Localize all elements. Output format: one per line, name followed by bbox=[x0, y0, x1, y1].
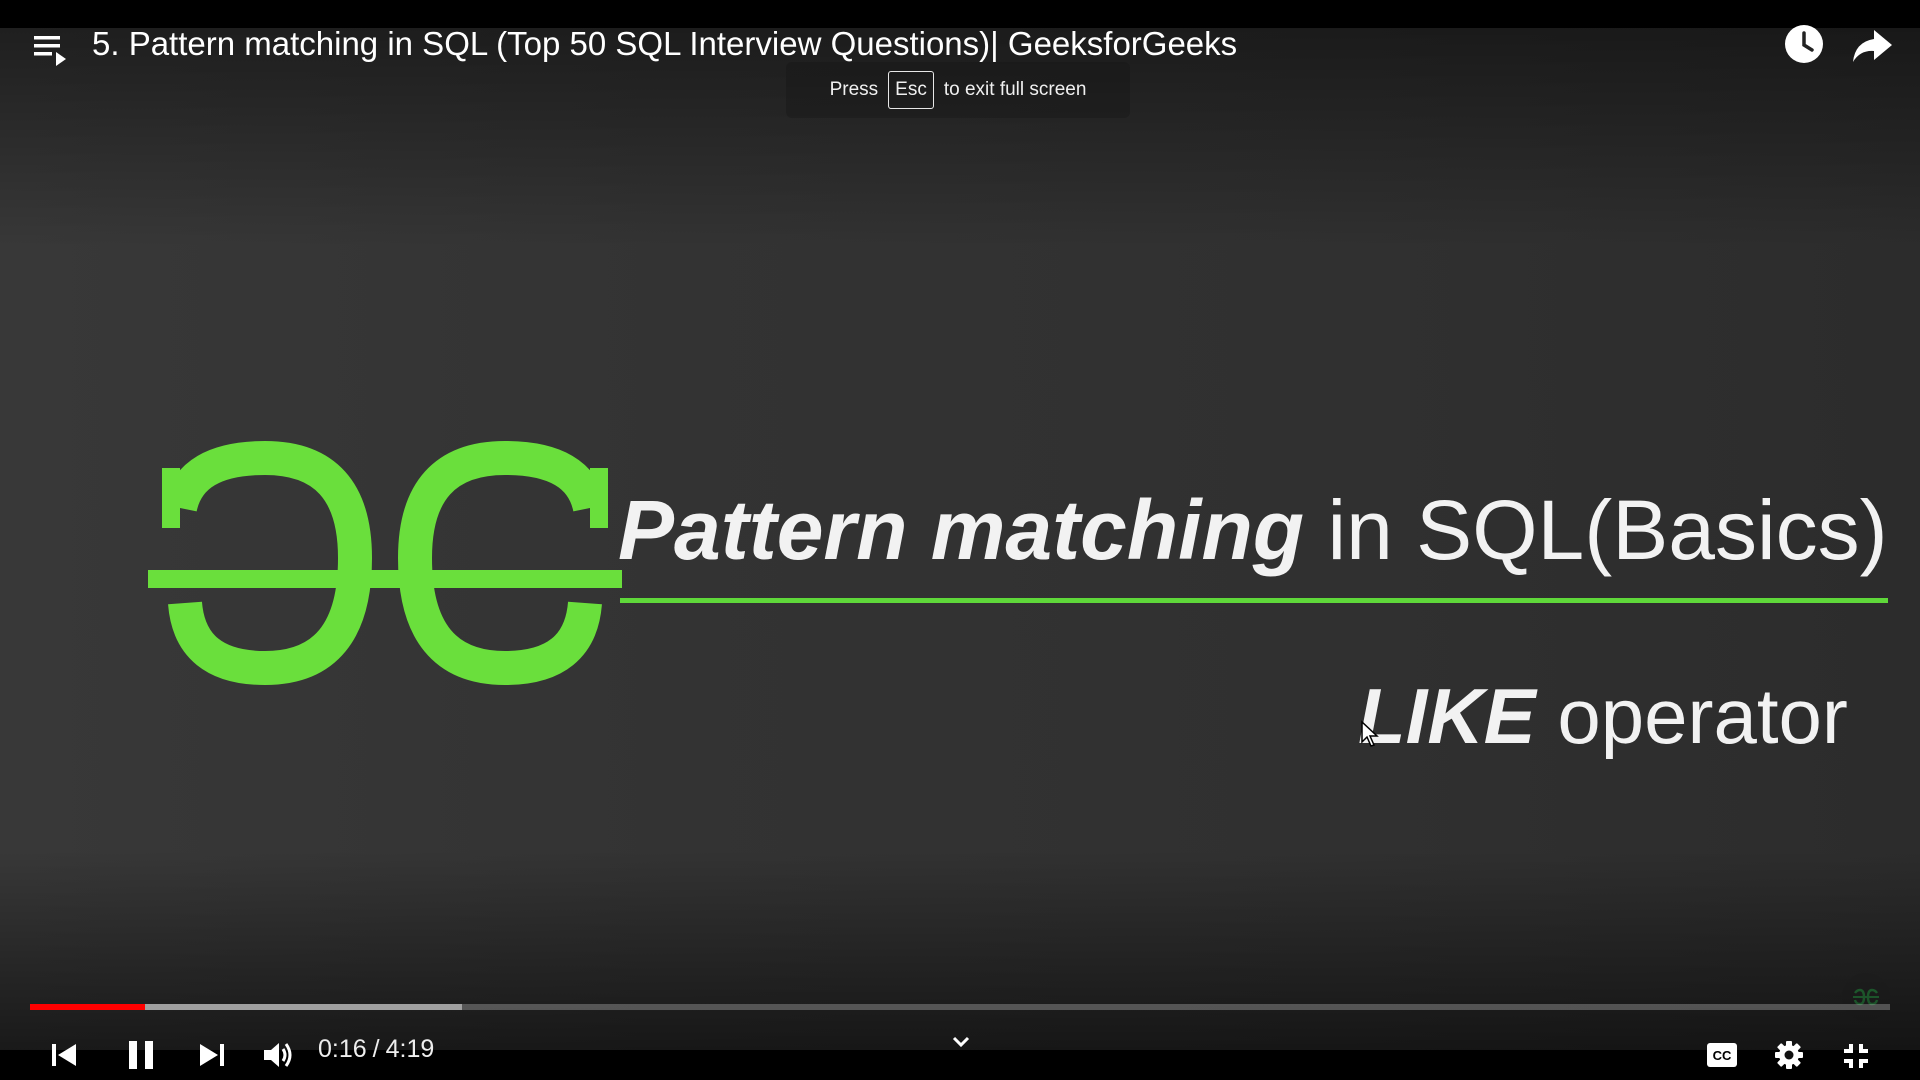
pause-icon bbox=[129, 1041, 153, 1069]
chevron-down-icon bbox=[952, 1036, 970, 1048]
geeksforgeeks-logo bbox=[148, 440, 622, 686]
time-separator: / bbox=[372, 1035, 380, 1063]
fullscreen-notice: Press Esc to exit full screen bbox=[786, 62, 1130, 118]
progress-bar[interactable] bbox=[30, 1004, 1890, 1010]
skip-next-button[interactable] bbox=[198, 1042, 226, 1068]
current-time: 0:16 bbox=[318, 1035, 367, 1063]
control-bar: CC bbox=[0, 1030, 1920, 1080]
fullscreen-notice-suffix: to exit full screen bbox=[943, 79, 1087, 100]
volume-button[interactable] bbox=[262, 1040, 294, 1070]
slide-subtitle-emphasis: LIKE bbox=[1358, 672, 1536, 760]
video-frame[interactable]: Pattern matching in SQL(Basics) LIKE ope… bbox=[0, 28, 1920, 1050]
cc-icon: CC bbox=[1707, 1043, 1737, 1067]
mouse-pointer-icon bbox=[1361, 720, 1379, 747]
slide-title-rest: in SQL(Basics) bbox=[1304, 483, 1888, 577]
video-title[interactable]: 5. Pattern matching in SQL (Top 50 SQL I… bbox=[92, 22, 1237, 66]
slide-title-emphasis: Pattern matching bbox=[618, 483, 1305, 577]
more-videos-button[interactable] bbox=[950, 1034, 972, 1050]
pause-button[interactable] bbox=[127, 1040, 155, 1070]
svg-text:CC: CC bbox=[1713, 1048, 1732, 1063]
progress-played bbox=[30, 1004, 146, 1010]
duration: 4:19 bbox=[385, 1035, 435, 1063]
slide-underline bbox=[620, 598, 1888, 603]
skip-next-icon bbox=[200, 1044, 224, 1066]
slide-title: Pattern matching in SQL(Basics) bbox=[618, 480, 1888, 580]
fullscreen-notice-prefix: Press bbox=[829, 79, 879, 100]
skip-previous-button[interactable] bbox=[50, 1042, 78, 1068]
settings-button[interactable] bbox=[1774, 1040, 1804, 1070]
playlist-icon[interactable] bbox=[32, 30, 72, 70]
exit-fullscreen-icon bbox=[1844, 1044, 1868, 1068]
exit-fullscreen-button[interactable] bbox=[1842, 1042, 1870, 1070]
slide-subtitle-rest: operator bbox=[1535, 672, 1848, 760]
clock-icon[interactable] bbox=[1782, 22, 1826, 66]
volume-icon bbox=[264, 1043, 292, 1067]
channel-watermark[interactable] bbox=[1842, 973, 1890, 1021]
skip-previous-icon bbox=[52, 1044, 76, 1066]
gear-icon bbox=[1775, 1041, 1803, 1069]
esc-key-badge: Esc bbox=[888, 71, 934, 109]
slide-subtitle: LIKE operator bbox=[1358, 668, 1848, 764]
time-display: 0:16/4:19 bbox=[318, 1033, 434, 1065]
share-arrow-icon[interactable] bbox=[1850, 24, 1894, 68]
captions-button[interactable]: CC bbox=[1706, 1042, 1738, 1068]
